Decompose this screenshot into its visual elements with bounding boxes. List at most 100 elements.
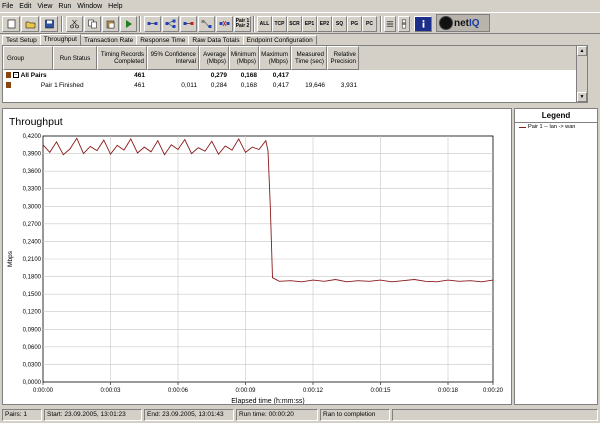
y-tick-label: 0,2700 — [23, 222, 42, 228]
grid-scrollbar[interactable]: ▲ ▼ — [576, 46, 587, 102]
y-tick-label: 0,2400 — [23, 239, 42, 245]
y-tick-label: 0,0600 — [23, 345, 42, 351]
y-axis-label: Mbps — [7, 250, 14, 267]
filter-pg-button[interactable]: PG — [347, 16, 362, 32]
save-button[interactable] — [40, 16, 58, 32]
tab-test-setup[interactable]: Test Setup — [2, 35, 41, 45]
scissors-icon — [70, 19, 79, 29]
copy-button[interactable] — [84, 16, 101, 32]
tab-response-time[interactable]: Response Time — [136, 35, 190, 45]
table-row[interactable]: − All Pairs 461 0,279 0,168 0,417 — [3, 71, 587, 81]
x-tick-label: 0:00:03 — [100, 388, 121, 394]
run-button[interactable] — [120, 16, 137, 32]
tab-endpoint-configuration[interactable]: Endpoint Configuration — [242, 35, 317, 45]
y-tick-label: 0,3000 — [23, 204, 42, 210]
tab-throughput[interactable]: Throughput — [39, 34, 81, 45]
tab-raw-data-totals[interactable]: Raw Data Totals — [188, 35, 244, 45]
x-tick-label: 0:00:15 — [370, 388, 391, 394]
filter-scr-label: SCR — [289, 21, 300, 27]
filter-pc-button[interactable]: PC — [362, 16, 377, 32]
view-tabs: Test Setup Throughput Transaction Rate R… — [0, 34, 600, 45]
edit-pair-icon — [183, 22, 194, 25]
scroll-down-button[interactable]: ▼ — [577, 92, 587, 102]
logo-text: net — [454, 17, 469, 29]
y-tick-label: 0,0300 — [23, 362, 42, 368]
header-average[interactable]: Average (Mbps) — [199, 46, 229, 70]
delete-pair-icon — [219, 20, 230, 27]
results-grid: Group Run Status Timing Records Complete… — [2, 45, 588, 103]
rename-pair-icon — [201, 20, 212, 28]
logo-sphere-icon — [439, 16, 453, 30]
save-icon — [44, 19, 54, 29]
scroll-up-button[interactable]: ▲ — [577, 46, 587, 56]
cell-minimum: 0,168 — [240, 72, 257, 79]
scrollbar-icon — [401, 19, 407, 29]
edit-pair-button[interactable] — [180, 16, 197, 32]
table-row[interactable]: Pair 1 Finished 461 0,011 0,284 0,168 0,… — [3, 81, 587, 91]
legend-pane: Legend Pair 1 -- lan -> wan — [514, 108, 598, 405]
menu-file[interactable]: File — [2, 3, 13, 10]
y-tick-label: 0,3300 — [23, 187, 42, 193]
filter-ep1-button[interactable]: EP1 — [302, 16, 317, 32]
header-group[interactable]: Group — [3, 46, 53, 70]
header-maximum[interactable]: Maximum (Mbps) — [259, 46, 291, 70]
menu-edit[interactable]: Edit — [19, 3, 31, 10]
open-folder-icon — [25, 21, 35, 29]
filter-sq-label: SQ — [335, 21, 344, 27]
pair-toggle-button[interactable]: Pair 1 Pair 2 — [234, 16, 251, 32]
toolbar-separator — [139, 16, 141, 32]
filter-ep2-button[interactable]: EP2 — [317, 16, 332, 32]
filter-tcp-label: TCP — [274, 21, 285, 27]
copy-icon — [88, 19, 97, 29]
toolbar-separator — [253, 16, 255, 32]
filter-tcp-button[interactable]: TCP — [272, 16, 287, 32]
cell-confidence: 0,011 — [181, 82, 197, 89]
y-tick-label: 0,1200 — [23, 310, 42, 316]
group-icon — [6, 72, 11, 79]
filter-pg-label: PG — [350, 21, 359, 27]
collapse-icon[interactable]: − — [12, 72, 19, 79]
menu-view[interactable]: View — [37, 3, 52, 10]
cut-button[interactable] — [66, 16, 83, 32]
netiq-logo: netIQ — [436, 14, 490, 32]
cell-average: 0,284 — [210, 82, 227, 89]
menu-help[interactable]: Help — [108, 3, 122, 10]
scroll-lock-button[interactable] — [398, 16, 410, 32]
menu-window[interactable]: Window — [77, 3, 102, 10]
x-tick-label: 0:00:20 — [483, 388, 504, 394]
menu-run[interactable]: Run — [58, 3, 71, 10]
new-button[interactable] — [2, 16, 20, 32]
header-minimum[interactable]: Minimum (Mbps) — [229, 46, 259, 70]
filter-ep1-label: EP1 — [304, 21, 315, 27]
header-relative-precision[interactable]: Relative Precision — [327, 46, 359, 70]
status-result: Ran to completion — [320, 409, 390, 421]
delete-pair-button[interactable] — [216, 16, 233, 32]
x-tick-label: 0:00:00 — [33, 388, 54, 394]
info-button[interactable] — [414, 16, 432, 32]
tab-transaction-rate[interactable]: Transaction Rate — [79, 35, 138, 45]
header-confidence[interactable]: 95% Confidence Interval — [147, 46, 199, 70]
filter-scr-button[interactable]: SCR — [287, 16, 302, 32]
filter-all-button[interactable]: ALL — [257, 16, 272, 32]
y-tick-label: 0,1500 — [23, 292, 42, 298]
toolbar-separator — [380, 16, 382, 32]
pane-splitter[interactable] — [0, 103, 600, 107]
add-multicast-button[interactable] — [162, 16, 179, 32]
header-run-status[interactable]: Run Status — [53, 46, 97, 70]
header-measured-time[interactable]: Measured Time (sec) — [291, 46, 327, 70]
cell-maximum: 0,417 — [272, 82, 289, 89]
header-timing-records[interactable]: Timing Records Completed — [97, 46, 147, 70]
y-tick-label: 0,4200 — [23, 134, 42, 140]
legend-entry[interactable]: Pair 1 -- lan -> wan — [519, 124, 575, 130]
rename-pair-button[interactable] — [198, 16, 215, 32]
filter-sq-button[interactable]: SQ — [332, 16, 347, 32]
pair-icon — [6, 82, 11, 89]
add-pair-button[interactable] — [144, 16, 161, 32]
paste-button[interactable] — [102, 16, 119, 32]
cell-group: Pair 1 — [6, 81, 58, 91]
cell-measured-time: 19,646 — [305, 82, 325, 89]
logo-suffix: IQ — [469, 17, 480, 29]
legend-swatch — [519, 126, 526, 128]
sort-button[interactable] — [384, 16, 396, 32]
open-button[interactable] — [21, 16, 39, 32]
